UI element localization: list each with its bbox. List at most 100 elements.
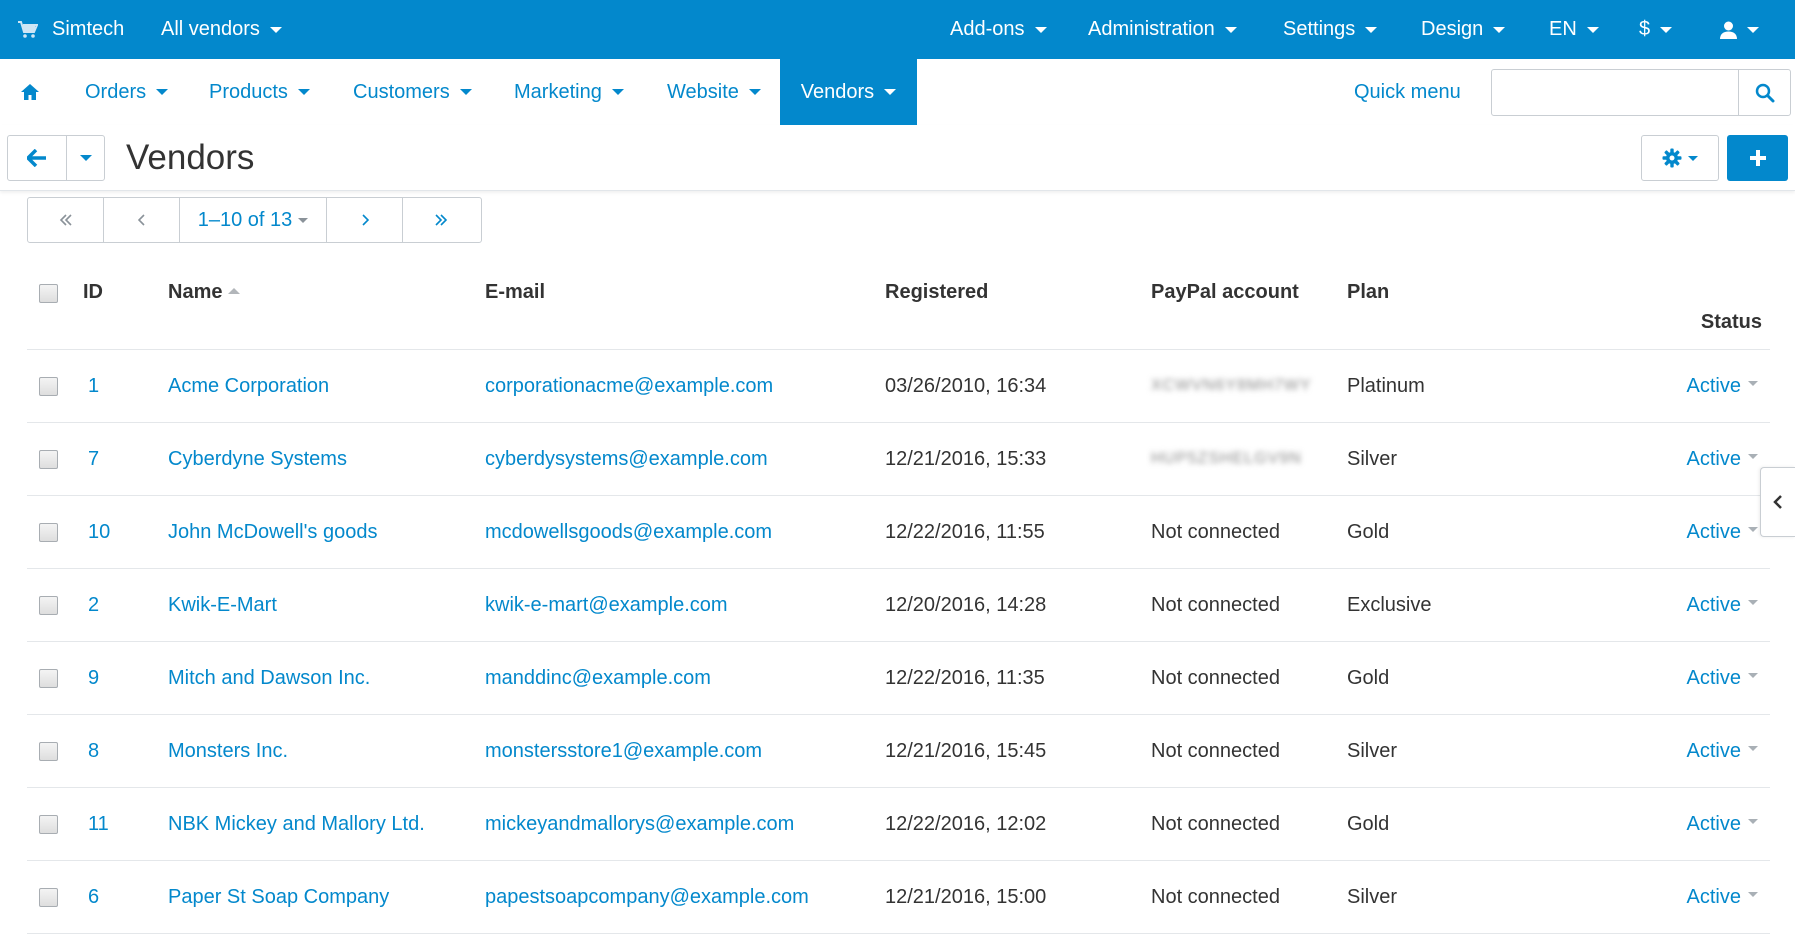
language-label: EN — [1549, 18, 1577, 40]
row-checkbox[interactable] — [39, 815, 58, 834]
page-range-label: 1–10 of 13 — [197, 208, 293, 231]
table-header: ID Name E-mail Registered PayPal account… — [27, 264, 1770, 350]
header-status[interactable]: Status — [1701, 311, 1762, 334]
vendor-status-dropdown[interactable]: Active — [1687, 569, 1758, 641]
vendor-id-link[interactable]: 10 — [88, 496, 110, 568]
menu-design[interactable]: Design — [1421, 0, 1506, 59]
vendor-id-link[interactable]: 8 — [88, 715, 99, 787]
nav-website[interactable]: Website — [667, 59, 761, 125]
table-row: 1 Acme Corporation corporationacme@example… — [27, 350, 1770, 423]
nav-vendors[interactable]: Vendors — [780, 59, 917, 125]
row-checkbox[interactable] — [39, 888, 58, 907]
language-selector[interactable]: EN — [1549, 0, 1599, 59]
vendor-status-dropdown[interactable]: Active — [1687, 715, 1758, 787]
vendor-email-link[interactable]: monstersstore1@example.com — [485, 715, 762, 787]
vendor-name-link[interactable]: Acme Corporation — [168, 350, 329, 422]
back-dropdown-button[interactable] — [66, 135, 105, 181]
header-registered[interactable]: Registered — [885, 281, 988, 304]
add-vendor-button[interactable] — [1727, 135, 1788, 181]
select-all-checkbox[interactable] — [39, 284, 58, 303]
chevron-down-icon — [1365, 26, 1378, 33]
nav-customers-label: Customers — [353, 80, 450, 103]
vendor-name-link[interactable]: Mitch and Dawson Inc. — [168, 642, 370, 714]
chevron-down-icon — [1660, 26, 1673, 33]
search-box — [1491, 69, 1791, 116]
chevron-left-icon — [1773, 494, 1783, 510]
prev-page-button[interactable] — [104, 198, 180, 242]
row-checkbox[interactable] — [39, 596, 58, 615]
nav-marketing[interactable]: Marketing — [514, 59, 624, 125]
chevron-down-icon — [459, 89, 472, 95]
search-input[interactable] — [1492, 70, 1737, 115]
menu-addons[interactable]: Add-ons — [950, 0, 1047, 59]
vendor-status-dropdown[interactable]: Active — [1687, 496, 1758, 568]
row-checkbox[interactable] — [39, 669, 58, 688]
sidebar-toggle[interactable] — [1760, 467, 1795, 537]
menu-administration[interactable]: Administration — [1088, 0, 1237, 59]
vendor-email-link[interactable]: cyberdysystems@example.com — [485, 423, 768, 495]
header-name[interactable]: Name — [168, 281, 241, 304]
vendor-email-link[interactable]: kwik-e-mart@example.com — [485, 569, 728, 641]
vendor-id-link[interactable]: 2 — [88, 569, 99, 641]
nav-website-label: Website — [667, 80, 739, 103]
vendor-status-label: Active — [1686, 886, 1741, 908]
row-checkbox[interactable] — [39, 742, 58, 761]
vendor-plan: Silver — [1347, 886, 1398, 908]
vendor-id-link[interactable]: 9 — [88, 642, 99, 714]
quick-menu-link[interactable]: Quick menu — [1354, 59, 1461, 125]
vendor-email-link[interactable]: mickeyandmallorys@example.com — [485, 788, 794, 860]
next-page-button[interactable] — [327, 198, 403, 242]
store-switcher[interactable]: Simtech — [18, 0, 124, 59]
row-checkbox[interactable] — [39, 450, 58, 469]
nav-orders[interactable]: Orders — [85, 59, 169, 125]
vendor-status-dropdown[interactable]: Active — [1687, 350, 1758, 422]
vendor-name-link[interactable]: Cyberdyne Systems — [168, 423, 347, 495]
vendor-id-link[interactable]: 6 — [88, 861, 99, 933]
vendor-id-link[interactable]: 7 — [88, 423, 99, 495]
vendor-name-link[interactable]: Paper St Soap Company — [168, 861, 389, 933]
user-menu[interactable] — [1720, 0, 1759, 59]
vendor-name-link[interactable]: Monsters Inc. — [168, 715, 288, 787]
header-plan[interactable]: Plan — [1347, 281, 1389, 304]
vendor-status-dropdown[interactable]: Active — [1687, 642, 1758, 714]
vendor-email-link[interactable]: manddinc@example.com — [485, 642, 711, 714]
vendor-email-link[interactable]: mcdowellsgoods@example.com — [485, 496, 772, 568]
vendor-status-dropdown[interactable]: Active — [1687, 861, 1758, 933]
vendor-selector[interactable]: All vendors — [161, 0, 282, 59]
chevron-down-icon — [1748, 673, 1758, 679]
last-page-button[interactable] — [403, 198, 479, 242]
nav-vendors-label: Vendors — [800, 80, 875, 103]
nav-customers[interactable]: Customers — [353, 59, 472, 125]
settings-dropdown-button[interactable] — [1641, 135, 1719, 181]
vendor-name-link[interactable]: NBK Mickey and Mallory Ltd. — [168, 788, 425, 860]
vendor-status-dropdown[interactable]: Active — [1687, 423, 1758, 495]
table-row: 2 Kwik-E-Mart kwik-e-mart@example.com 12/20… — [27, 569, 1770, 642]
vendor-name-link[interactable]: John McDowell's goods — [168, 496, 377, 568]
nav-products[interactable]: Products — [209, 59, 310, 125]
row-checkbox[interactable] — [39, 523, 58, 542]
vendor-plan: Exclusive — [1347, 594, 1432, 616]
page-range-selector[interactable]: 1–10 of 13 — [180, 198, 327, 242]
row-checkbox[interactable] — [39, 377, 58, 396]
currency-selector[interactable]: $ — [1639, 0, 1673, 59]
page-title: Vendors — [126, 138, 255, 177]
store-name: Simtech — [52, 18, 125, 40]
header-email[interactable]: E-mail — [485, 281, 545, 304]
vendor-registered: 12/22/2016, 12:02 — [885, 813, 1047, 835]
vendor-paypal: Not connected — [1151, 521, 1280, 543]
search-button[interactable] — [1738, 70, 1790, 115]
back-button[interactable] — [7, 135, 67, 181]
vendor-name-link[interactable]: Kwik-E-Mart — [168, 569, 277, 641]
home-link[interactable] — [20, 59, 40, 125]
vendor-email-link[interactable]: papestsoapcompany@example.com — [485, 861, 809, 933]
first-page-button[interactable] — [28, 198, 104, 242]
header-id[interactable]: ID — [83, 281, 103, 304]
vendor-id-link[interactable]: 1 — [88, 350, 99, 422]
chevron-down-icon — [884, 89, 897, 95]
menu-settings[interactable]: Settings — [1283, 0, 1378, 59]
vendor-email-link[interactable]: corporationacme@example.com — [485, 350, 773, 422]
vendor-paypal: Not connected — [1151, 886, 1280, 908]
header-paypal[interactable]: PayPal account — [1151, 281, 1299, 304]
vendor-id-link[interactable]: 11 — [88, 788, 109, 860]
vendor-status-dropdown[interactable]: Active — [1687, 788, 1758, 860]
